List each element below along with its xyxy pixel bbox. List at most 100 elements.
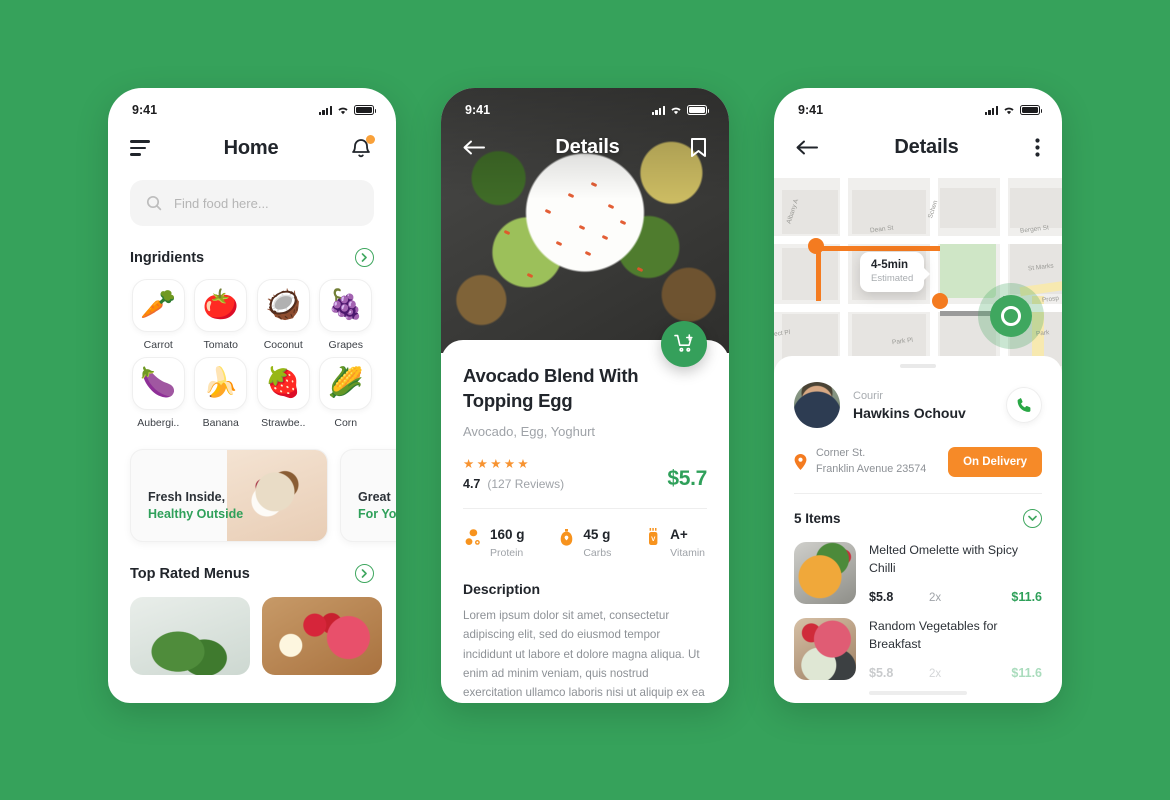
ingredient-item[interactable]: 🌽 Corn <box>318 357 375 429</box>
status-time: 9:41 <box>465 103 491 117</box>
ingredient-item[interactable]: 🍅 Tomato <box>193 279 250 351</box>
order-item-quantity: 2x <box>929 592 942 605</box>
food-title: Avocado Blend With Topping Egg <box>463 365 639 411</box>
nutrition-label: Protein <box>490 547 524 560</box>
ingredient-label: Corn <box>334 417 358 429</box>
call-courier-button[interactable] <box>1006 387 1042 423</box>
ingredient-item[interactable]: 🍇 Grapes <box>318 279 375 351</box>
add-to-cart-button[interactable] <box>661 321 707 367</box>
page-title: Home <box>223 136 279 159</box>
top-rated-card[interactable] <box>130 597 250 675</box>
protein-icon <box>465 529 480 546</box>
eta-label: Estimated <box>871 273 914 284</box>
hamburger-menu-icon[interactable] <box>130 140 152 156</box>
ingredient-item[interactable]: 🥥 Coconut <box>255 279 312 351</box>
order-details-panel: Courir Hawkins Ochouv Corner St. Frankli… <box>774 356 1062 703</box>
order-item-row[interactable]: Random Vegetables for Breakfast $5.8 2x … <box>794 618 1042 681</box>
order-item-name: Melted Omelette with Spicy Chilli <box>869 543 1018 575</box>
rating-value: 4.7 <box>463 477 481 492</box>
nutrition-item-protein: 160 g Protein <box>465 527 525 559</box>
destination-marker-icon <box>978 283 1044 349</box>
arrow-left-icon[interactable] <box>463 140 485 155</box>
top-rated-carousel[interactable] <box>108 583 396 675</box>
promo-carousel[interactable]: Fresh Inside, Healthy Outside Great For … <box>108 429 396 542</box>
search-bar[interactable] <box>130 180 374 226</box>
details-nav-bar: Details <box>441 122 729 169</box>
notification-badge-dot <box>366 135 375 144</box>
route-waypoint-dot <box>932 293 948 309</box>
phone-home-screen: 9:41 Home Find food here... Ingridients … <box>108 88 396 703</box>
order-item-total: $11.6 <box>1011 590 1042 605</box>
status-time: 9:41 <box>132 103 158 117</box>
ingredient-item[interactable]: 🍓 Strawbe.. <box>255 357 312 429</box>
chevron-right-circle-icon[interactable] <box>355 564 374 583</box>
home-nav-bar: Home <box>108 122 396 170</box>
promo-line-1: Fresh Inside, <box>148 490 226 504</box>
battery-icon <box>687 105 710 115</box>
ingredient-icon: 🌽 <box>319 357 373 410</box>
carbs-icon <box>561 529 573 546</box>
ingredient-icon: 🍇 <box>319 279 373 332</box>
promo-card[interactable]: Great For Yo <box>340 449 396 542</box>
status-bar: 9:41 <box>108 88 396 122</box>
chevron-down-circle-icon[interactable] <box>1023 509 1042 529</box>
wifi-icon <box>337 105 349 115</box>
bookmark-icon[interactable] <box>690 137 707 158</box>
phone-order-tracking-screen: 9:41 Details Dean St Bergen St St Marks … <box>774 88 1062 703</box>
wifi-icon <box>1003 105 1015 115</box>
map-street-label: Prosp <box>1041 294 1060 305</box>
battery-icon <box>1020 105 1043 115</box>
items-section-header: 5 Items <box>794 509 1042 529</box>
status-bar: 9:41 <box>441 88 729 122</box>
vitamin-icon: V <box>649 528 658 546</box>
eta-time: 4-5min <box>871 259 909 271</box>
top-rated-section-header: Top Rated Menus <box>108 564 396 583</box>
top-rated-card[interactable] <box>262 597 382 675</box>
nutrition-value: A+ <box>670 527 688 543</box>
status-badge[interactable]: On Delivery <box>948 446 1042 477</box>
battery-icon <box>354 105 377 115</box>
promo-line-2: For Yo <box>358 507 396 521</box>
ingredient-label: Carrot <box>143 339 173 351</box>
rating-and-price-row: ★★★★★ 4.7 (127 Reviews) $5.7 <box>463 456 707 491</box>
tracking-nav-bar: Details <box>774 122 1062 169</box>
order-item-row[interactable]: Melted Omelette with Spicy Chilli $5.8 2… <box>794 542 1042 605</box>
more-vertical-icon[interactable] <box>1035 138 1040 157</box>
promo-card[interactable]: Fresh Inside, Healthy Outside <box>130 449 328 542</box>
ingredient-item[interactable]: 🥕 Carrot <box>130 279 187 351</box>
reviews-count: (127 Reviews) <box>487 477 565 492</box>
ingredient-label: Grapes <box>328 339 363 351</box>
courier-role-label: Courir <box>853 389 883 402</box>
ingredient-icon: 🍅 <box>194 279 248 332</box>
wifi-icon <box>670 105 682 115</box>
ingredient-label: Banana <box>202 417 239 429</box>
top-rated-title: Top Rated Menus <box>130 565 250 582</box>
page-title: Details <box>894 136 959 158</box>
nutrition-row: 160 g Protein 45 g Carbs V A+ Vitamin <box>463 509 707 559</box>
delivery-map[interactable]: Dean St Bergen St St Marks Park Pl ect P… <box>774 178 1062 373</box>
address-line-1: Corner St. <box>816 447 866 459</box>
ingredient-item[interactable]: 🍆 Aubergi.. <box>130 357 187 429</box>
order-item-name: Random Vegetables for Breakfast <box>869 619 998 651</box>
order-item-thumbnail <box>794 542 856 605</box>
search-input[interactable] <box>174 195 358 211</box>
ingredient-label: Aubergi.. <box>137 417 180 429</box>
sheet-grabber[interactable] <box>900 364 936 368</box>
phone-food-details-screen: 9:41 Details Avocado Blend With Topping … <box>441 88 729 703</box>
courier-avatar <box>794 382 840 428</box>
ingredient-icon: 🍆 <box>131 357 185 410</box>
divider <box>794 493 1042 495</box>
star-rating-icons: ★★★★★ <box>463 457 532 472</box>
arrow-left-icon[interactable] <box>796 140 818 155</box>
chevron-right-circle-icon[interactable] <box>355 248 374 267</box>
food-subtitle: Avocado, Egg, Yoghurt <box>463 424 596 440</box>
food-details-sheet: Avocado Blend With Topping Egg Avocado, … <box>441 340 729 703</box>
ingredients-title: Ingridients <box>130 249 205 266</box>
nutrition-item-vitamin: V A+ Vitamin <box>645 527 705 559</box>
ingredient-item[interactable]: 🍌 Banana <box>193 357 250 429</box>
order-item-price: $5.8 <box>869 590 894 605</box>
ingredient-icon: 🥥 <box>256 279 310 332</box>
home-indicator <box>869 691 967 695</box>
notification-bell-icon[interactable] <box>350 135 375 160</box>
order-item-thumbnail <box>794 618 856 681</box>
